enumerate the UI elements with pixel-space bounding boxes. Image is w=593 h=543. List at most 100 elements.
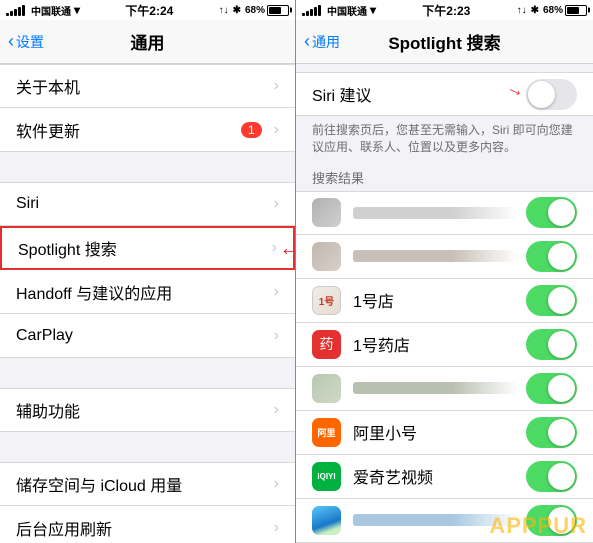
- toggle-knob-1: [548, 199, 575, 226]
- back-chevron-right: ‹: [304, 31, 310, 52]
- left-signal: 中国联通 ▾: [6, 3, 80, 18]
- toggle-1[interactable]: [526, 197, 577, 228]
- app-row-7[interactable]: iQIYI 爱奇艺视频: [296, 455, 593, 499]
- section-storage: 储存空间与 iCloud 用量 › 后台应用刷新 › 自动锁定 1 分钟 ›: [0, 462, 295, 543]
- app-row-4[interactable]: 药 1号药店: [296, 323, 593, 367]
- left-nav-bar: ‹ 设置 通用: [0, 20, 295, 64]
- app-icon-7: iQIYI: [312, 462, 341, 491]
- watermark: APPPUR: [483, 509, 593, 543]
- label-handoff: Handoff 与建议的应用: [16, 280, 270, 304]
- battery-left: 68%: [245, 5, 289, 16]
- section-accessibility: 辅助功能 ›: [0, 388, 295, 432]
- toggle-knob-2: [548, 243, 575, 270]
- right-phone-panel: 中国联通 ▾ 下午2:23 ↑↓ ✱ 68% ‹ 通用 Spotlight 搜索…: [296, 0, 593, 543]
- right-signal: 中国联通 ▾: [302, 3, 376, 18]
- toggle-knob: [528, 81, 555, 108]
- chevron-spotlight: ›: [272, 239, 277, 257]
- right-status-bar: 中国联通 ▾ 下午2:23 ↑↓ ✱ 68%: [296, 0, 593, 20]
- list-item-about[interactable]: 关于本机 ›: [0, 64, 295, 108]
- chevron-background: ›: [274, 519, 279, 537]
- search-results-header: 搜索结果: [296, 164, 593, 191]
- chevron-about: ›: [274, 77, 279, 95]
- label-background: 后台应用刷新: [16, 516, 270, 540]
- time-left: 下午2:24: [125, 2, 173, 19]
- app-row-2[interactable]: [296, 235, 593, 279]
- nav-title-left: 通用: [131, 29, 165, 54]
- chevron-storage: ›: [274, 475, 279, 493]
- battery-fill-left: [269, 7, 281, 14]
- app-name-blur-2: [353, 250, 518, 262]
- back-label-left: 设置: [16, 32, 44, 52]
- toggle-knob-6: [548, 419, 575, 446]
- toggle-2[interactable]: [526, 241, 577, 272]
- app-row-6[interactable]: 阿里 阿里小号: [296, 411, 593, 455]
- label-storage: 储存空间与 iCloud 用量: [16, 472, 270, 496]
- app-icon-8: [312, 506, 341, 535]
- app-name-3: 1号店: [353, 288, 526, 312]
- app-name-4: 1号药店: [353, 332, 526, 356]
- list-item-carplay[interactable]: CarPlay ›: [0, 314, 295, 358]
- list-item-siri[interactable]: Siri ›: [0, 182, 295, 226]
- section-siri: Siri › Spotlight 搜索 › ← Handoff 与建议的应用 ›…: [0, 182, 295, 358]
- wifi-right: ▾: [370, 3, 376, 17]
- right-status-icons-right: ↑↓ ✱ 68%: [517, 5, 587, 16]
- list-item-background[interactable]: 后台应用刷新 ›: [0, 506, 295, 543]
- list-item-spotlight[interactable]: Spotlight 搜索 › ←: [0, 226, 295, 270]
- left-phone-panel: 中国联通 ▾ 下午2:24 ↑↓ ✱ 68% ‹ 设置 通用 关于本机: [0, 0, 296, 543]
- label-carplay: CarPlay: [16, 327, 270, 345]
- chevron-siri: ›: [274, 195, 279, 213]
- app-icon-1: [312, 198, 341, 227]
- label-about: 关于本机: [16, 74, 270, 98]
- right-status-icons-left: ↑↓ ✱ 68%: [219, 5, 289, 16]
- battery-body-right: [565, 5, 587, 16]
- app-row-1[interactable]: [296, 191, 593, 235]
- signal-bars-right: [302, 5, 321, 16]
- badge-update: 1: [241, 122, 262, 138]
- app-icon-4: 药: [312, 330, 341, 359]
- battery-right: 68%: [543, 5, 587, 16]
- back-button-right[interactable]: ‹ 通用: [304, 31, 340, 52]
- toggle-5[interactable]: [526, 373, 577, 404]
- carrier-left: 中国联通: [31, 3, 71, 18]
- divider-1: [0, 152, 295, 182]
- nav-title-right: Spotlight 搜索: [388, 29, 500, 54]
- chevron-update: ›: [274, 121, 279, 139]
- toggle-knob-7: [548, 463, 575, 490]
- bluetooth-icon-right: ✱: [531, 5, 539, 16]
- list-item-accessibility[interactable]: 辅助功能 ›: [0, 388, 295, 432]
- right-nav-bar: ‹ 通用 Spotlight 搜索: [296, 20, 593, 64]
- app-name-blur-5: [353, 382, 518, 394]
- list-item-handoff[interactable]: Handoff 与建议的应用 ›: [0, 270, 295, 314]
- siri-toggle[interactable]: [526, 79, 577, 110]
- chevron-handoff: ›: [274, 283, 279, 301]
- chevron-carplay: ›: [274, 327, 279, 345]
- siri-description: 前往搜索页后，您甚至无需输入，Siri 即可向您建议应用、联系人、位置以及更多内…: [296, 116, 593, 164]
- carrier-right: 中国联通: [327, 3, 367, 18]
- app-row-5[interactable]: [296, 367, 593, 411]
- time-right: 下午2:23: [422, 2, 470, 19]
- back-button-left[interactable]: ‹ 设置: [8, 31, 44, 52]
- toggle-knob-3: [548, 287, 575, 314]
- settings-list-left: 关于本机 › 软件更新 1 › Siri › Spotlight 搜索 › ←: [0, 64, 295, 543]
- battery-fill-right: [567, 7, 579, 14]
- back-chevron-left: ‹: [8, 31, 14, 52]
- wifi-left: ▾: [74, 3, 80, 17]
- toggle-knob-4: [548, 331, 575, 358]
- signal-bars: [6, 5, 25, 16]
- app-name-6: 阿里小号: [353, 420, 526, 444]
- app-icon-6: 阿里: [312, 418, 341, 447]
- label-accessibility: 辅助功能: [16, 398, 270, 422]
- chevron-accessibility: ›: [274, 401, 279, 419]
- arrow-icon-left: ↑↓: [219, 5, 229, 16]
- toggle-6[interactable]: [526, 417, 577, 448]
- list-item-storage[interactable]: 储存空间与 iCloud 用量 ›: [0, 462, 295, 506]
- toggle-7[interactable]: [526, 461, 577, 492]
- app-icon-3: 1号: [312, 286, 341, 315]
- app-row-3[interactable]: 1号 1号店: [296, 279, 593, 323]
- toggle-knob-5: [548, 375, 575, 402]
- app-name-7: 爱奇艺视频: [353, 464, 526, 488]
- list-item-update[interactable]: 软件更新 1 ›: [0, 108, 295, 152]
- app-name-blur-1: [353, 207, 518, 219]
- toggle-3[interactable]: [526, 285, 577, 316]
- toggle-4[interactable]: [526, 329, 577, 360]
